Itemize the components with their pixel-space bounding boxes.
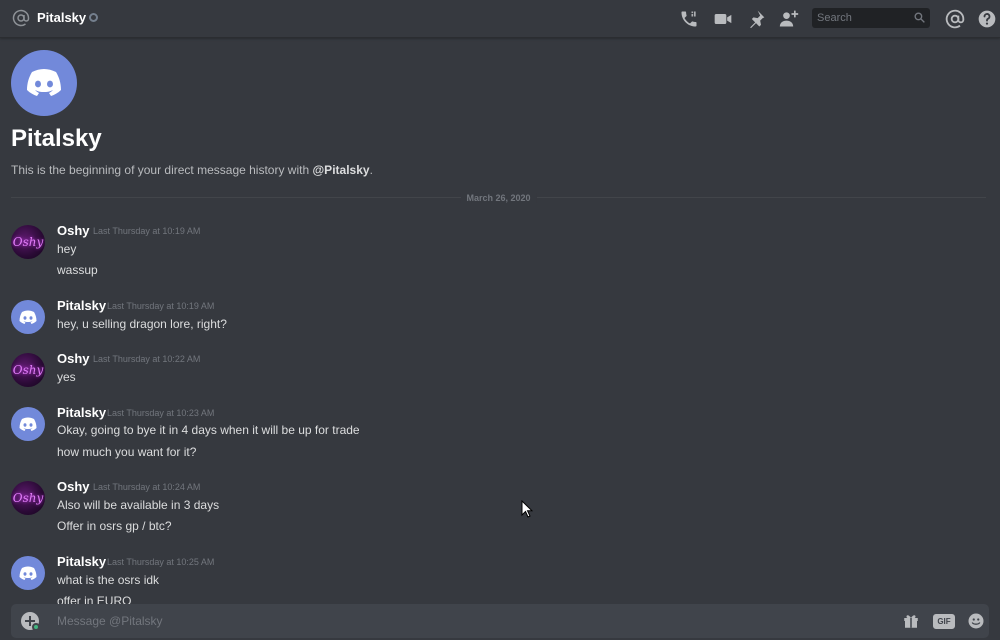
oshy-avatar[interactable]: Oshy [11,225,45,259]
message-author[interactable]: Oshy [57,223,90,238]
at-icon [12,9,30,27]
message-author[interactable]: Pitalsky [57,554,106,569]
intro-text-end: . [369,163,373,177]
gift-icon[interactable] [901,612,921,630]
intro-description: This is the beginning of your direct mes… [11,163,373,177]
message-timestamp: Last Thursday at 10:23 AM [107,408,215,418]
add-friend-icon[interactable] [779,9,799,29]
channel-header: Pitalsky [0,0,1000,38]
discord-logo-icon [19,310,37,324]
date-divider: March 26, 2020 [11,193,986,203]
discord-logo-icon [19,566,37,580]
message-author[interactable]: Oshy [57,351,90,366]
discord-avatar[interactable] [11,300,45,334]
message-author[interactable]: Pitalsky [57,405,106,420]
mention-icon[interactable] [945,9,965,29]
discord-avatar[interactable] [11,407,45,441]
date-divider-label: March 26, 2020 [460,193,537,203]
message-author[interactable]: Pitalsky [57,298,106,313]
intro-text: This is the beginning of your direct mes… [11,163,313,177]
message-text: hey [57,242,77,256]
intro-title: Pitalsky [11,125,102,152]
online-status-icon [32,623,40,631]
message-composer: GIF [11,604,989,638]
message-text: yes [57,370,76,384]
call-icon[interactable] [679,9,699,29]
gif-icon[interactable]: GIF [933,614,955,629]
channel-name: Pitalsky [37,10,87,25]
oshy-avatar-text: Oshy [12,363,44,377]
help-icon[interactable] [977,9,997,29]
message-text: how much you want for it? [57,445,197,459]
oshy-avatar[interactable]: Oshy [11,481,45,515]
pin-icon[interactable] [746,9,766,29]
search-input[interactable] [817,10,907,26]
message-text: wassup [57,263,98,277]
message-timestamp: Last Thursday at 10:25 AM [107,557,215,567]
message-author[interactable]: Oshy [57,479,90,494]
discord-logo-icon [27,69,61,96]
message-timestamp: Last Thursday at 10:24 AM [93,482,201,492]
message-timestamp: Last Thursday at 10:22 AM [93,354,201,364]
emoji-icon[interactable] [966,612,986,630]
user-mention[interactable]: @Pitalsky [312,163,369,177]
intro-avatar [11,50,77,116]
message-input[interactable] [57,612,857,630]
offline-status-icon [89,13,98,22]
search-icon [914,12,925,23]
search-box[interactable] [812,8,930,28]
video-icon[interactable] [713,9,733,29]
message-timestamp: Last Thursday at 10:19 AM [93,226,201,236]
oshy-avatar[interactable]: Oshy [11,353,45,387]
message-text: what is the osrs idk [57,573,160,587]
oshy-avatar-text: Oshy [12,235,44,249]
mouse-cursor-icon [521,500,533,518]
message-text: hey, u selling dragon lore, right? [57,317,227,331]
gif-label: GIF [937,617,951,626]
message-text: Offer in osrs gp / btc? [57,519,172,533]
oshy-avatar-text: Oshy [12,491,44,505]
discord-avatar[interactable] [11,556,45,590]
message-text: Okay, going to bye it in 4 days when it … [57,423,360,437]
message-timestamp: Last Thursday at 10:19 AM [107,301,215,311]
message-text: Also will be available in 3 days [57,498,220,512]
discord-logo-icon [19,417,37,431]
